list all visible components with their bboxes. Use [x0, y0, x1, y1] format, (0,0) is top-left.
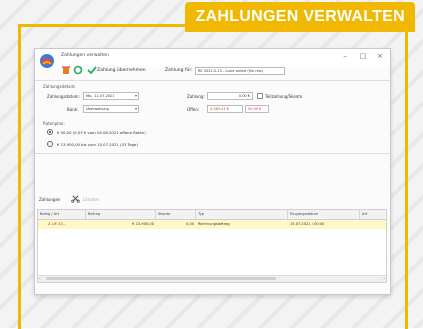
section-banner: ZAHLUNGEN VERWALTEN: [185, 2, 415, 32]
discount-checkbox[interactable]: [257, 93, 263, 99]
plan-group-label: Ratenplan:: [43, 121, 65, 126]
minimize-button[interactable]: –: [338, 51, 352, 61]
cell-beleg: Z-LIF-33...: [48, 222, 67, 226]
close-button[interactable]: ×: [373, 51, 387, 61]
horizontal-scrollbar[interactable]: ‹ ›: [38, 275, 386, 282]
cell-art: [360, 220, 386, 229]
window-title: Zahlungen verwalten: [61, 53, 109, 58]
table-row[interactable]: Z-LIF-33... € 13.900,00 0,00 Rechnungsbe…: [38, 220, 386, 229]
accept-icon: [87, 66, 97, 75]
app-logo-icon: [40, 54, 54, 68]
divider: [35, 153, 390, 154]
scroll-left-icon[interactable]: ‹: [39, 276, 41, 282]
account-label: Zahlung für:: [165, 68, 193, 73]
scrollbar-thumb[interactable]: [46, 277, 276, 280]
cell-betrag: € 13.900,00: [132, 222, 154, 226]
plan-option-radio[interactable]: [47, 129, 53, 135]
trash-icon[interactable]: [61, 65, 71, 75]
chevron-down-icon: ▾: [134, 106, 137, 111]
delete-payment-button[interactable]: Löschen: [83, 197, 99, 202]
cell-skonto: 0,00: [185, 222, 194, 226]
column-header[interactable]: Art: [360, 210, 386, 219]
maximize-button[interactable]: □: [356, 51, 370, 61]
column-header[interactable]: Eingangsdatum: [288, 210, 360, 219]
toolbar: Zahlung übernehmen Zahlung für: RE 2021-…: [61, 65, 386, 79]
plan-option-label: € 13.900,00 bis zum 15.07.2021 (33 Tage): [57, 142, 138, 147]
refresh-icon[interactable]: [73, 65, 83, 75]
offen-amount: 4.363,41 €: [207, 105, 243, 113]
payments-table: Beleg / Art Betrag Skonto Typ Eingangsda…: [37, 209, 387, 283]
scissors-icon[interactable]: [71, 194, 80, 203]
column-header[interactable]: Typ: [196, 210, 288, 219]
discount-label: Teilzahlung/Skonto: [265, 94, 303, 99]
bank-label: Bank:: [67, 107, 79, 112]
column-header[interactable]: Beleg / Art: [38, 210, 86, 219]
plan-option-label: € 50,00 (0,03 € vom 04.08.2021 offene Ra…: [57, 130, 146, 135]
offen-amount-secondary: 50,00 €: [245, 105, 269, 113]
invoice-select-value: RE 2021-0-13 - Lucie online (Sie rels): [198, 69, 263, 73]
amount-label: Zahlung:: [187, 94, 205, 99]
offen-label: Offen:: [187, 107, 200, 112]
cell-datum: 15.07.2021 / 00:00: [290, 222, 325, 226]
details-group-label: Zahlungsdetails: [43, 84, 75, 89]
date-value: Mo., 11.07.2021: [86, 94, 115, 98]
payments-label: Zahlungen: [39, 197, 61, 202]
scroll-right-icon[interactable]: ›: [383, 276, 385, 282]
date-label: Zahlungsdatum:: [47, 94, 80, 99]
column-header[interactable]: Betrag: [86, 210, 156, 219]
bank-select[interactable]: Überweisung ▾: [83, 105, 139, 113]
invoice-select[interactable]: RE 2021-0-13 - Lucie online (Sie rels): [195, 67, 285, 75]
chevron-down-icon: ▾: [134, 93, 137, 98]
payments-window: – □ × Zahlungen verwalten Zahlung überne…: [34, 48, 391, 295]
accept-payment-button[interactable]: Zahlung übernehmen: [97, 68, 146, 73]
column-header[interactable]: Skonto: [156, 210, 196, 219]
plan-option-radio[interactable]: [47, 141, 53, 147]
cell-typ: Rechnungsbetrag: [198, 222, 230, 226]
table-header: Beleg / Art Betrag Skonto Typ Eingangsda…: [38, 210, 386, 220]
amount-input[interactable]: 0,00 €: [207, 92, 253, 100]
date-picker[interactable]: Mo., 11.07.2021 ▾: [83, 92, 139, 100]
bank-value: Überweisung: [86, 107, 109, 111]
divider: [35, 80, 390, 81]
